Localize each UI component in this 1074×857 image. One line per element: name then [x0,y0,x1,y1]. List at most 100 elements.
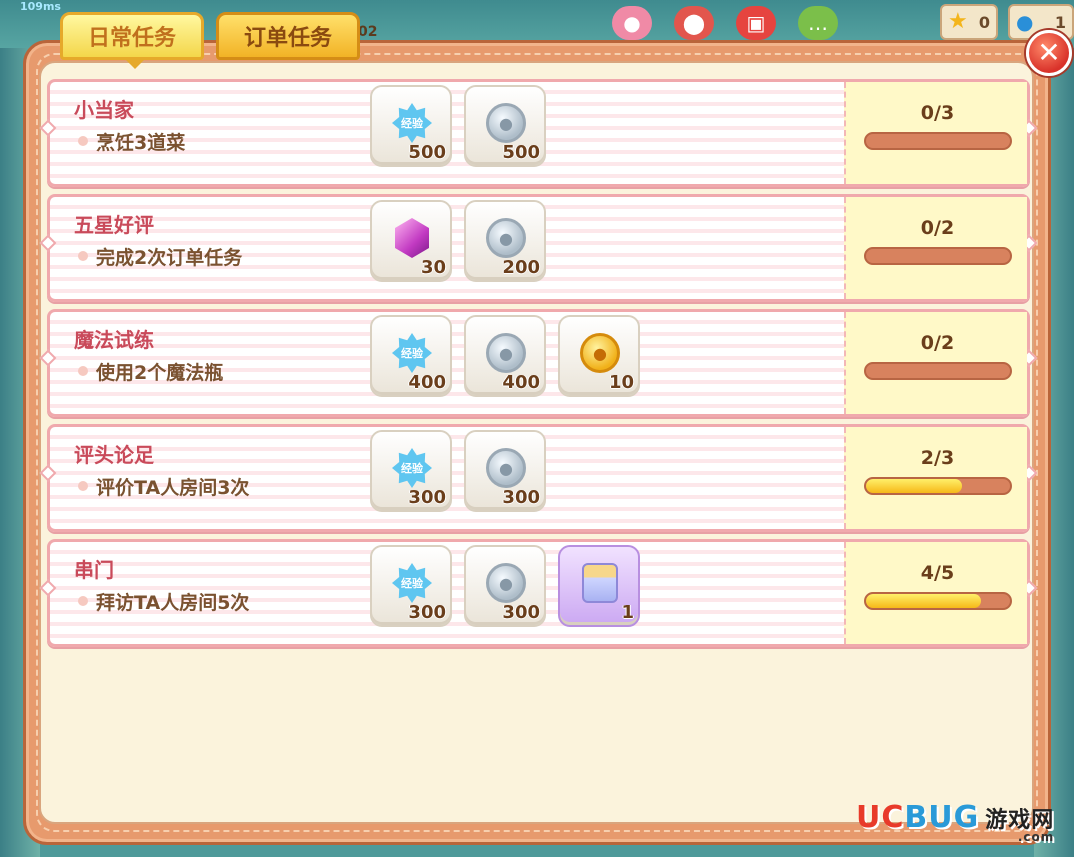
friend-count: 1 [1054,12,1066,32]
task-row[interactable]: 串门 拜访TA人房间5次 经验 300 ● 300 1 4/5 [39,539,1038,647]
silver-coin-icon-shape: ● [486,563,526,603]
silver-coin-icon-shape: ● [486,333,526,373]
reward-slot[interactable]: ● 300 [464,545,546,627]
task-description: 评价TA人房间3次 [96,477,250,499]
silver-coin-icon: ● [484,101,528,145]
tab-daily-label: 日常任务 [87,26,176,51]
task-title: 评头论足 [74,443,154,467]
reward-list: 经验 300 ● 300 1 [370,545,640,627]
progress-text: 4/5 [920,562,955,584]
progress-area: 2/3 [844,427,1027,529]
progress-bar [864,362,1012,380]
reward-amount: 10 [608,372,634,393]
reward-amount: 300 [502,487,540,508]
gift-icon[interactable]: ▣ [736,6,776,40]
task-title: 小当家 [74,98,134,122]
star-counter[interactable]: ★ 0 [940,4,998,40]
task-row[interactable]: 评头论足 评价TA人房间3次 经验 300 ● 300 2/3 [39,424,1038,532]
reward-amount: 300 [408,487,446,508]
close-button[interactable]: ✕ [1026,30,1072,76]
exp-badge-icon: 经验 [390,331,434,375]
task-title: 串门 [74,558,114,582]
star-icon: ★ [948,9,968,34]
reward-slot[interactable]: 经验 300 [370,430,452,512]
reward-list: 经验 400 ● 400 ● 10 [370,315,640,397]
tab-order-tasks[interactable]: 订单任务 [216,12,360,60]
progress-text: 0/2 [920,217,955,239]
exp-badge-icon-shape: 经验 [392,563,432,603]
reward-slot[interactable]: ● 200 [464,200,546,282]
silver-coin-icon-shape: ● [486,218,526,258]
tab-daily-tasks[interactable]: 日常任务 [60,12,204,69]
potion-icon-shape [582,563,618,603]
close-icon: ✕ [1037,36,1061,69]
progress-area: 4/5 [844,542,1027,644]
exp-badge-icon: 经验 [390,101,434,145]
watermark-com: .com [1017,830,1055,844]
task-row[interactable]: 小当家 烹饪3道菜 经验 500 ● 500 0/3 [39,79,1038,187]
hud-icon-bar: ● ⬤ ▣ … [612,6,838,40]
gem-icon [390,216,434,260]
reward-amount: 300 [408,602,446,623]
reward-slot[interactable]: 1 [558,545,640,627]
exp-badge-icon: 经验 [390,561,434,605]
reward-slot[interactable]: ● 400 [464,315,546,397]
tab-order-label: 订单任务 [243,26,332,51]
gold-coin-icon: ● [578,331,622,375]
bullet-dot-icon [78,366,88,376]
candy-icon[interactable]: ● [612,6,652,40]
bullet-dot-icon [78,481,88,491]
reward-list: 经验 500 ● 500 [370,85,546,167]
user-icon: ● [1016,10,1034,34]
reward-slot[interactable]: ● 300 [464,430,546,512]
silver-coin-icon: ● [484,216,528,260]
reward-slot[interactable]: ● 10 [558,315,640,397]
gem-icon-shape [395,218,429,258]
silver-coin-icon: ● [484,561,528,605]
progress-bar [864,132,1012,150]
bullet-dot-icon [78,136,88,146]
task-row[interactable]: 五星好评 完成2次订单任务 30 ● 200 0/2 [39,194,1038,302]
chat-bubble-icon[interactable]: … [798,6,838,40]
reward-slot[interactable]: 30 [370,200,452,282]
active-tab-pointer [125,59,145,69]
reward-amount: 500 [502,142,540,163]
reward-amount: 300 [502,602,540,623]
task-description: 使用2个魔法瓶 [96,362,224,384]
task-description: 完成2次订单任务 [96,247,243,269]
watermark-bug: BUG [904,800,980,835]
progress-bar [864,477,1012,495]
watermark: UCBUG 游戏网 .com [856,800,1054,844]
reward-list: 经验 300 ● 300 [370,430,546,512]
silver-coin-icon-shape: ● [486,448,526,488]
progress-area: 0/3 [844,82,1027,184]
reward-amount: 200 [502,257,540,278]
progress-text: 0/3 [920,102,955,124]
reward-amount: 400 [502,372,540,393]
reward-slot[interactable]: ● 500 [464,85,546,167]
silver-coin-icon: ● [484,331,528,375]
reward-slot[interactable]: 经验 500 [370,85,452,167]
exp-badge-icon-shape: 经验 [392,448,432,488]
task-row[interactable]: 魔法试练 使用2个魔法瓶 经验 400 ● 400 ● 10 0/2 [39,309,1038,417]
potion-icon [578,561,622,605]
gold-coin-icon-shape: ● [580,333,620,373]
reward-slot[interactable]: 经验 400 [370,315,452,397]
exp-badge-icon: 经验 [390,446,434,490]
silver-coin-icon-shape: ● [486,103,526,143]
progress-text: 2/3 [920,447,955,469]
silver-coin-icon: ● [484,446,528,490]
progress-area: 0/2 [844,197,1027,299]
reward-amount: 30 [420,257,446,278]
progress-text: 0/2 [920,332,955,354]
star-count: 0 [978,12,990,32]
bullet-dot-icon [78,251,88,261]
exp-badge-icon-shape: 经验 [392,333,432,373]
reward-slot[interactable]: 经验 300 [370,545,452,627]
reward-amount: 400 [408,372,446,393]
progress-area: 0/2 [844,312,1027,414]
exp-badge-icon-shape: 经验 [392,103,432,143]
bullet-dot-icon [78,596,88,606]
task-title: 魔法试练 [74,328,154,352]
map-pin-icon[interactable]: ⬤ [674,6,714,40]
